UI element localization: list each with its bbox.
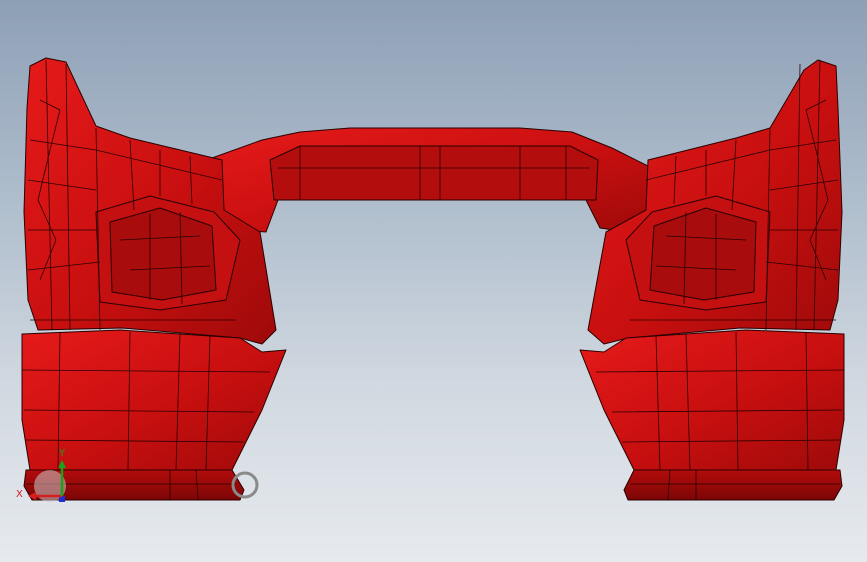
reference-triad: X Y [16,448,66,502]
graphics-viewport[interactable]: X Y [0,0,867,562]
triad-y-arrow [58,460,66,468]
triad-x-arrow [28,492,36,500]
triad-y-label: Y [58,448,66,459]
triad-x-label: X [16,489,23,500]
